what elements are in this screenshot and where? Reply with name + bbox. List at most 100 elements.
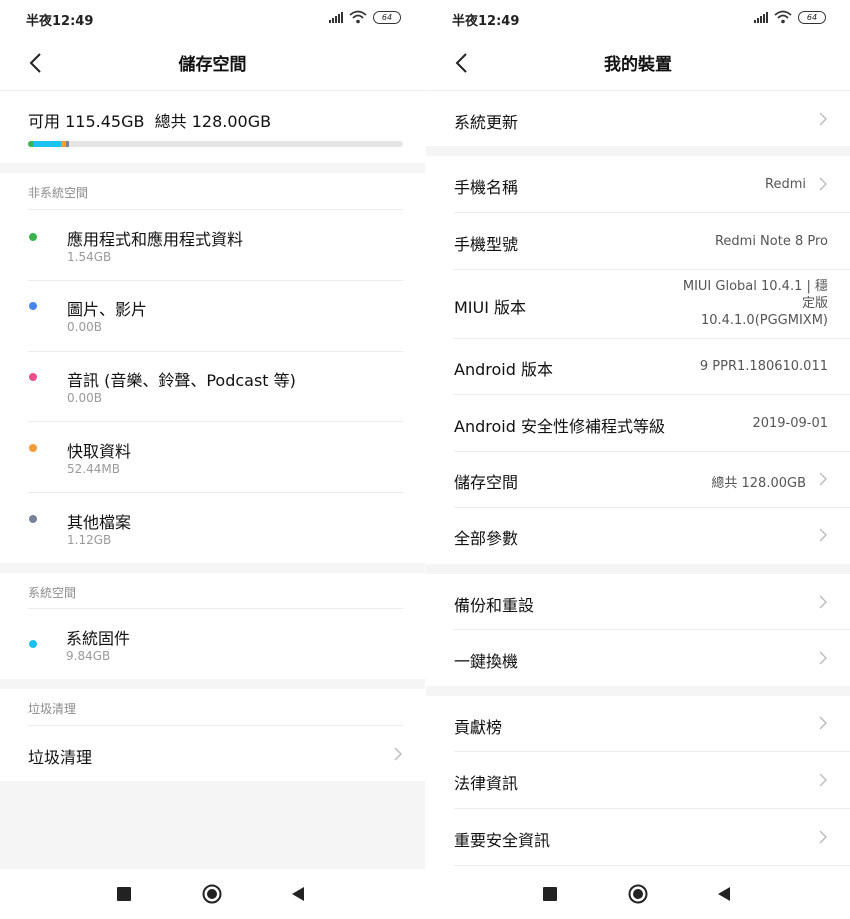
my-device-screen: 半夜12:49 64 我的裝置 系統更新 手機名稱 Redmi 手機型號 Red… [426, 0, 850, 919]
color-dot [29, 640, 37, 648]
row-label: 手機型號 [454, 235, 519, 254]
row-label: 全部參數 [454, 529, 519, 548]
item-name: 圖片、影片 [67, 300, 148, 319]
row-label: 法律資訊 [454, 774, 519, 793]
cleaner-label: 垃圾清理 [28, 748, 93, 767]
signal-icon [329, 11, 343, 23]
chevron-right-icon [819, 112, 827, 126]
storage-item-other[interactable]: 其他檔案 1.12GB [0, 493, 425, 563]
item-name: 音訊 (音樂、鈴聲、Podcast 等) [67, 371, 296, 390]
page-title: 我的裝置 [604, 55, 672, 75]
item-size: 9.84GB [66, 649, 111, 663]
back-nav-icon[interactable] [291, 887, 305, 901]
storage-item-firmware[interactable]: 系統固件 9.84GB [0, 609, 425, 679]
status-bar: 半夜12:49 64 [426, 0, 850, 36]
row-label: MIUI 版本 [454, 298, 527, 317]
section-divider [426, 686, 850, 696]
chevron-right-icon [819, 177, 827, 191]
miui-version-line-3: 10.4.1.0(PGGMIXM) [700, 313, 828, 328]
section-divider [0, 679, 425, 689]
miui-version-value: MIUI Global 10.4.1 | 穩 定版 10.4.1.0(PGGMI… [683, 278, 828, 329]
row-miui-version[interactable]: MIUI 版本 MIUI Global 10.4.1 | 穩 定版 10.4.1… [426, 270, 850, 338]
row-model: 手機型號 Redmi Note 8 Pro [426, 213, 850, 269]
status-time: 半夜12:49 [26, 14, 94, 29]
battery-icon: 64 [798, 10, 826, 24]
page-title: 儲存空間 [178, 55, 247, 75]
android-version-value: 9 PPR1.180610.011 [699, 359, 828, 374]
item-size: 1.12GB [67, 533, 112, 547]
chevron-right-icon [819, 472, 827, 486]
row-device-name[interactable]: 手機名稱 Redmi [426, 156, 850, 212]
signal-icon [754, 11, 768, 23]
top-bar: 儲存空間 [0, 36, 425, 91]
chevron-right-icon [394, 747, 402, 761]
row-label: Android 版本 [454, 360, 553, 379]
storage-value: 總共 128.00GB [711, 476, 806, 491]
section-divider [0, 563, 425, 573]
row-label: 重要安全資訊 [454, 831, 551, 850]
item-name: 快取資料 [67, 442, 132, 461]
row-label: 儲存空間 [454, 473, 519, 492]
top-bar: 我的裝置 [426, 36, 850, 91]
home-icon[interactable] [628, 884, 648, 904]
item-size: 1.54GB [67, 250, 112, 264]
row-migrate[interactable]: 一鍵換機 [426, 630, 850, 686]
item-size: 52.44MB [67, 462, 120, 476]
row-system-update[interactable]: 系統更新 [426, 91, 850, 146]
home-icon[interactable] [202, 884, 222, 904]
storage-summary: 可用 115.45GB 總共 128.00GB [28, 108, 271, 132]
wifi-icon [349, 10, 367, 24]
section-divider [426, 564, 850, 574]
row-label: 備份和重設 [454, 596, 535, 615]
chevron-right-icon [819, 830, 827, 844]
color-dot [29, 444, 37, 452]
status-time: 半夜12:49 [452, 14, 520, 29]
device-name-value: Redmi [765, 177, 806, 192]
storage-item-audio[interactable]: 音訊 (音樂、鈴聲、Podcast 等) 0.00B [0, 352, 425, 422]
chevron-right-icon [819, 773, 827, 787]
storage-usage-bar [28, 141, 403, 147]
available-space: 可用 115.45GB [28, 112, 145, 131]
battery-icon: 64 [373, 10, 401, 24]
chevron-right-icon [819, 716, 827, 730]
divider [454, 865, 850, 866]
chevron-right-icon [819, 651, 827, 665]
system-nav-bar [426, 869, 850, 919]
row-backup-reset[interactable]: 備份和重設 [426, 574, 850, 629]
usage-segment-system [32, 141, 62, 147]
empty-area [0, 781, 425, 869]
recent-apps-icon[interactable] [117, 887, 131, 901]
row-legal[interactable]: 法律資訊 [426, 752, 850, 808]
row-android-version: Android 版本 9 PPR1.180610.011 [426, 339, 850, 394]
row-storage[interactable]: 儲存空間 總共 128.00GB [426, 452, 850, 507]
row-label: 一鍵換機 [454, 652, 519, 671]
item-name: 系統固件 [66, 629, 131, 648]
miui-version-line-2: 定版 [801, 296, 828, 311]
total-space: 總共 128.00GB [154, 112, 272, 131]
row-label: Android 安全性修補程式等級 [454, 417, 665, 436]
color-dot [29, 373, 37, 381]
row-safety-info[interactable]: 重要安全資訊 [426, 809, 850, 865]
section-header-system: 系統空間 [28, 586, 77, 600]
wifi-icon [774, 10, 792, 24]
row-all-specs[interactable]: 全部參數 [426, 508, 850, 564]
usage-segment-other [65, 141, 70, 147]
section-divider [0, 163, 425, 173]
storage-item-images[interactable]: 圖片、影片 0.00B [0, 281, 425, 351]
color-dot [29, 233, 37, 241]
row-contributors[interactable]: 貢獻榜 [426, 696, 850, 751]
item-size: 0.00B [67, 391, 102, 405]
system-nav-bar [0, 869, 425, 919]
chevron-right-icon [819, 595, 827, 609]
storage-item-apps[interactable]: 應用程式和應用程式資料 1.54GB [0, 210, 425, 280]
back-nav-icon[interactable] [717, 887, 731, 901]
storage-item-cache[interactable]: 快取資料 52.44MB [0, 422, 425, 492]
cleaner-row[interactable]: 垃圾清理 [0, 726, 425, 781]
color-dot [29, 302, 37, 310]
recent-apps-icon[interactable] [543, 887, 557, 901]
security-patch-value: 2019-09-01 [752, 416, 828, 431]
section-divider [426, 146, 850, 156]
row-label: 系統更新 [454, 113, 519, 132]
item-name: 應用程式和應用程式資料 [67, 230, 244, 249]
model-value: Redmi Note 8 Pro [714, 234, 828, 249]
